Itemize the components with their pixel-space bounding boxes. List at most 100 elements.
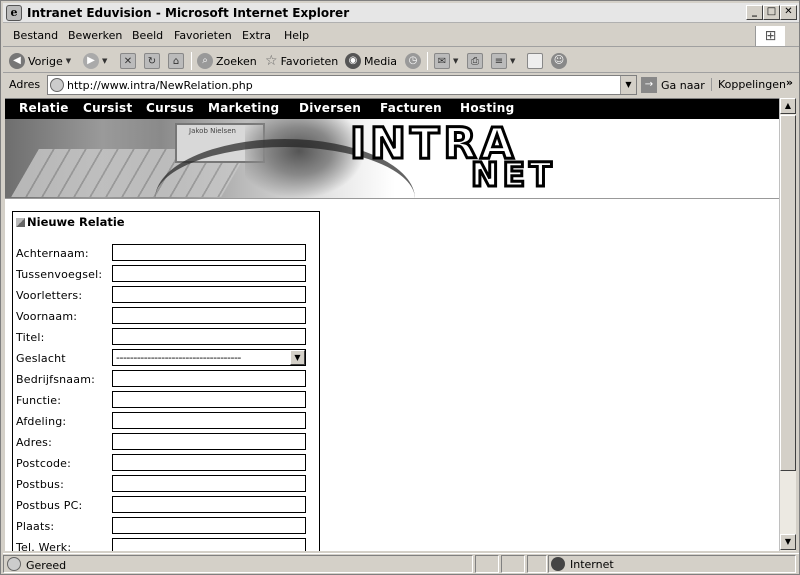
messenger-button[interactable]: ☺ (551, 52, 567, 70)
status-panel (527, 555, 547, 573)
nav-facturen[interactable]: Facturen (380, 101, 442, 115)
adres-input[interactable] (112, 433, 306, 450)
afdeling-input[interactable] (112, 412, 306, 429)
site-nav: Relatie Cursist Cursus Marketing Diverse… (5, 99, 779, 119)
field-label: Voorletters: (16, 289, 83, 302)
back-button[interactable]: ◀ Vorige ▼ (9, 52, 71, 70)
windows-logo-icon: ⊞ (755, 26, 785, 46)
field-label: Titel: (16, 331, 45, 344)
maximize-button[interactable]: □ (763, 5, 780, 20)
postbus-pc-input[interactable] (112, 496, 306, 513)
field-adres: Adres: (16, 433, 312, 451)
plaats-input[interactable] (112, 517, 306, 534)
mail-icon: ✉ (434, 53, 450, 69)
scroll-up-icon[interactable]: ▲ (780, 98, 796, 114)
functie-input[interactable] (112, 391, 306, 408)
chevron-down-icon[interactable]: ▼ (620, 76, 636, 94)
status-bar: Gereed Internet (3, 553, 799, 574)
print-button[interactable]: ⎙ (467, 52, 483, 70)
nav-diversen[interactable]: Diversen (299, 101, 361, 115)
favorites-button[interactable]: ☆ Favorieten (265, 52, 338, 70)
stop-button[interactable]: ✕ (120, 52, 136, 70)
edit-icon: ≡ (491, 53, 507, 69)
menu-bewerken[interactable]: Bewerken (68, 29, 122, 42)
chevron-right-icon[interactable]: » (786, 76, 793, 89)
address-input[interactable]: http://www.intra/NewRelation.php ▼ (47, 75, 637, 95)
minimize-button[interactable]: _ (746, 5, 763, 20)
status-main-panel: Gereed (3, 555, 473, 573)
achternaam-input[interactable] (112, 244, 306, 261)
field-label: Bedrijfsnaam: (16, 373, 96, 386)
refresh-icon: ↻ (144, 53, 160, 69)
field-afdeling: Afdeling: (16, 412, 312, 430)
media-button[interactable]: ◉ Media (345, 52, 397, 70)
chevron-down-icon: ▼ (453, 57, 459, 65)
back-label: Vorige (28, 54, 63, 68)
field-voorletters: Voorletters: (16, 286, 312, 304)
browser-window: e Intranet Eduvision - Microsoft Interne… (0, 0, 800, 575)
field-voornaam: Voornaam: (16, 307, 312, 325)
toolbar-separator (427, 52, 428, 70)
address-label: Adres (9, 78, 41, 91)
toolbar-separator (191, 52, 192, 70)
title-bar: e Intranet Eduvision - Microsoft Interne… (3, 3, 799, 23)
menu-help[interactable]: Help (284, 29, 309, 42)
menu-beeld[interactable]: Beeld (132, 29, 163, 42)
links-button[interactable]: Koppelingen (711, 78, 786, 91)
form-title: Nieuwe Relatie (27, 215, 125, 229)
go-label: Ga naar (661, 78, 705, 92)
refresh-button[interactable]: ↻ (144, 52, 160, 70)
media-icon: ◉ (345, 53, 361, 69)
field-label: Plaats: (16, 520, 55, 533)
forward-button[interactable]: ▶ ▼ (83, 52, 107, 70)
status-panel (501, 555, 525, 573)
nav-relatie[interactable]: Relatie (19, 101, 69, 115)
menu-extra[interactable]: Extra (242, 29, 271, 42)
field-label: Postbus PC: (16, 499, 83, 512)
search-button[interactable]: ⌕ Zoeken (197, 52, 257, 70)
menu-bestand[interactable]: Bestand (13, 29, 58, 42)
logo-net: NET (470, 154, 556, 196)
media-label: Media (364, 54, 398, 68)
form-heading: Nieuwe Relatie (16, 215, 125, 229)
field-label: Achternaam: (16, 247, 89, 260)
field-tel-werk: Tel. Werk: (16, 538, 312, 551)
edit-button[interactable]: ≡ ▼ (491, 52, 515, 70)
nav-cursist[interactable]: Cursist (83, 101, 133, 115)
tel-werk-input[interactable] (112, 538, 306, 551)
chevron-down-icon[interactable]: ▼ (290, 350, 305, 365)
page-icon (50, 78, 64, 92)
scroll-down-icon[interactable]: ▼ (780, 534, 796, 550)
address-bar: Adres http://www.intra/NewRelation.php ▼… (3, 74, 799, 96)
heading-bullet-icon (16, 217, 25, 227)
discuss-button[interactable] (527, 52, 543, 70)
nav-hosting[interactable]: Hosting (460, 101, 515, 115)
field-tussenvoegsel: Tussenvoegsel: (16, 265, 312, 283)
voorletters-input[interactable] (112, 286, 306, 303)
history-button[interactable]: ◷ (405, 52, 421, 70)
mail-button[interactable]: ✉ ▼ (434, 52, 458, 70)
scroll-thumb[interactable] (780, 115, 796, 471)
go-arrow-icon: → (641, 77, 657, 93)
voornaam-input[interactable] (112, 307, 306, 324)
field-label: Voornaam: (16, 310, 78, 323)
select-value: ------------------------------------ (116, 351, 241, 364)
home-button[interactable]: ⌂ (168, 52, 184, 70)
back-arrow-icon: ◀ (9, 53, 25, 69)
field-achternaam: Achternaam: (16, 244, 312, 262)
titel-input[interactable] (112, 328, 306, 345)
chevron-down-icon: ▼ (510, 57, 516, 65)
nav-cursus[interactable]: Cursus (146, 101, 194, 115)
postbus-input[interactable] (112, 475, 306, 492)
close-button[interactable]: ✕ (780, 5, 797, 20)
field-label: Adres: (16, 436, 52, 449)
geslacht-select[interactable]: ------------------------------------ ▼ (112, 349, 306, 366)
go-button[interactable]: → Ga naar (641, 75, 705, 95)
vertical-scrollbar[interactable]: ▲ ▼ (779, 98, 796, 551)
postcode-input[interactable] (112, 454, 306, 471)
tussenvoegsel-input[interactable] (112, 265, 306, 282)
search-icon: ⌕ (197, 53, 213, 69)
nav-marketing[interactable]: Marketing (208, 101, 279, 115)
menu-favorieten[interactable]: Favorieten (174, 29, 232, 42)
bedrijfsnaam-input[interactable] (112, 370, 306, 387)
